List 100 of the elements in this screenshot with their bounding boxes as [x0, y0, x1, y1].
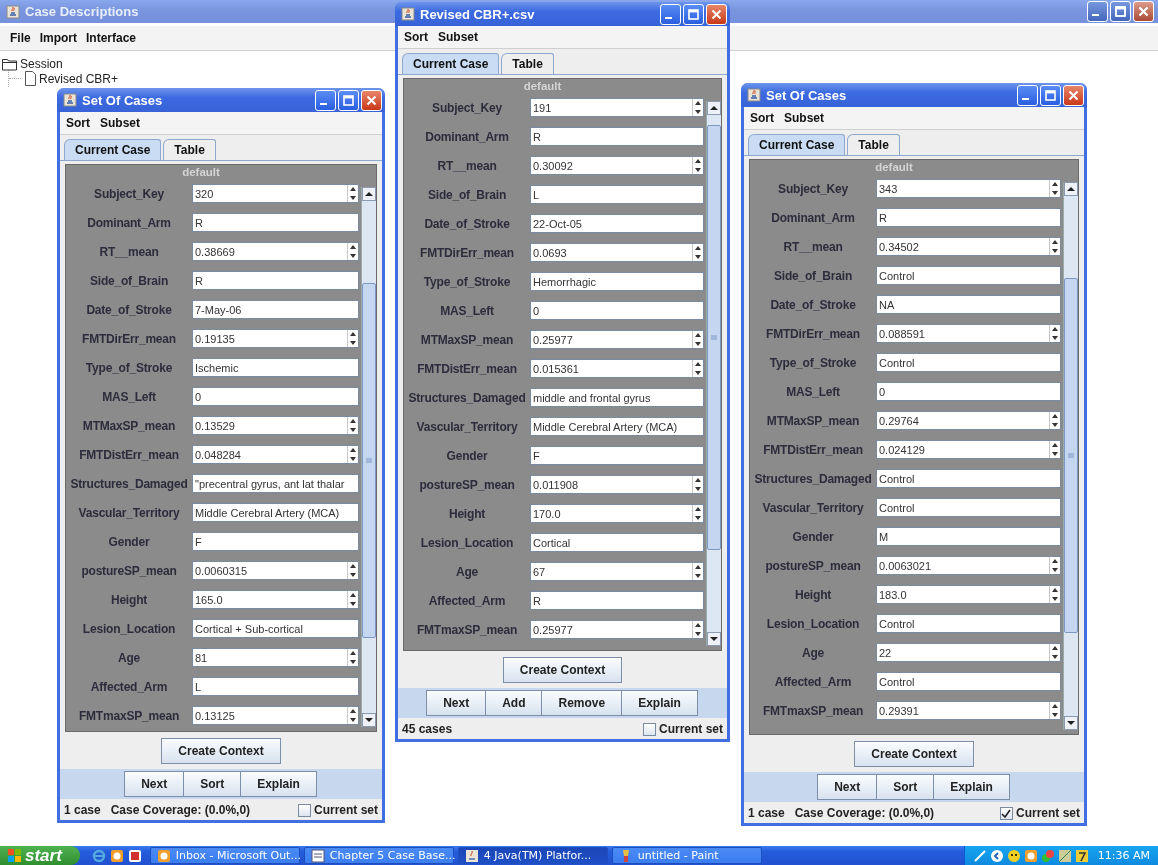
spinner-field[interactable]: 165.0 — [192, 590, 359, 609]
spinner-field[interactable]: 0.048284 — [192, 445, 359, 464]
text-field[interactable]: Cortical — [530, 533, 704, 552]
minimize-button[interactable] — [315, 89, 336, 111]
maximize-button[interactable] — [338, 89, 359, 111]
spinner-field[interactable]: 22 — [876, 643, 1061, 662]
spinner-field[interactable]: 191 — [530, 98, 704, 117]
spinner-field[interactable]: 0.13529 — [192, 416, 359, 435]
create-context-button[interactable]: Create Context — [502, 657, 623, 683]
spinner-field[interactable]: 0.29764 — [876, 411, 1061, 430]
spinner-field[interactable]: 183.0 — [876, 585, 1061, 604]
tree-item[interactable]: Session — [20, 56, 63, 71]
text-field[interactable]: Control — [876, 498, 1061, 517]
menu-item[interactable]: Sort — [750, 111, 774, 125]
spinner-field[interactable]: 0.0060315 — [192, 561, 359, 580]
tab[interactable]: Current Case — [64, 139, 162, 160]
text-field[interactable]: Control — [876, 469, 1061, 488]
action-button[interactable]: Next — [817, 774, 878, 800]
spinner-field[interactable]: 0.015361 — [530, 359, 704, 378]
text-field[interactable]: L — [192, 677, 359, 696]
close-button[interactable] — [1133, 1, 1154, 22]
scrollbar-thumb[interactable] — [1064, 278, 1078, 633]
text-field[interactable]: Control — [876, 353, 1061, 372]
checkbox[interactable] — [1000, 806, 1013, 820]
spinner-field[interactable]: 0.38669 — [192, 242, 359, 261]
tab[interactable]: Table — [163, 139, 216, 160]
text-field[interactable]: 22-Oct-05 — [530, 214, 704, 233]
spinner-field[interactable]: 320 — [192, 184, 359, 203]
text-field[interactable]: Control — [876, 614, 1061, 633]
scrollbar[interactable] — [1063, 182, 1078, 730]
menu-item[interactable]: File — [10, 31, 31, 45]
scrollbar[interactable] — [706, 101, 721, 646]
action-button[interactable]: Add — [485, 690, 543, 716]
action-button[interactable]: Remove — [541, 690, 623, 716]
taskbar-button[interactable]: Chapter 5 Case Base... — [303, 847, 454, 864]
spinner-field[interactable]: 0.13125 — [192, 706, 359, 725]
spinner-field[interactable]: 0.34502 — [876, 237, 1061, 256]
close-button[interactable] — [361, 89, 382, 111]
text-field[interactable]: Middle Cerebral Artery (MCA) — [192, 503, 359, 522]
tree-item[interactable]: Revised CBR+ — [39, 71, 119, 86]
taskbar-button[interactable]: 4 Java(TM) Platfor... — [457, 847, 608, 864]
scrollbar-thumb[interactable] — [707, 125, 721, 550]
checkbox[interactable] — [643, 722, 656, 736]
action-button[interactable]: Next — [426, 690, 487, 716]
text-field[interactable]: Cortical + Sub-cortical — [192, 619, 359, 638]
menu-item[interactable]: Subset — [784, 111, 824, 125]
tab[interactable]: Current Case — [748, 134, 846, 155]
tab[interactable]: Current Case — [402, 53, 500, 74]
text-field[interactable]: Control — [876, 266, 1061, 285]
action-button[interactable]: Sort — [183, 771, 242, 797]
text-field[interactable]: "precentral gyrus, ant lat thalar — [192, 474, 359, 493]
create-context-button[interactable]: Create Context — [161, 738, 281, 764]
spinner-field[interactable]: 0.25977 — [530, 620, 704, 639]
text-field[interactable]: NA — [876, 295, 1061, 314]
minimize-button[interactable] — [1017, 84, 1038, 106]
spinner-field[interactable]: 81 — [192, 648, 359, 667]
taskbar-button[interactable]: Inbox - Microsoft Out... — [149, 847, 300, 864]
spinner-field[interactable]: 0.088591 — [876, 324, 1061, 343]
maximize-button[interactable] — [1040, 84, 1061, 106]
menu-item[interactable]: Subset — [100, 116, 140, 130]
tab[interactable]: Table — [501, 53, 554, 74]
text-field[interactable]: R — [192, 271, 359, 290]
taskbar-button[interactable]: untitled - Paint — [611, 847, 762, 864]
spinner-field[interactable]: 0.024129 — [876, 440, 1061, 459]
spinner-field[interactable]: 343 — [876, 179, 1061, 198]
text-field[interactable]: Middle Cerebral Artery (MCA) — [530, 417, 704, 436]
text-field[interactable]: R — [530, 127, 704, 146]
menu-item[interactable]: Sort — [404, 30, 428, 44]
spinner-field[interactable]: 170.0 — [530, 504, 704, 523]
spinner-field[interactable]: 0.25977 — [530, 330, 704, 349]
text-field[interactable]: Ischemic — [192, 358, 359, 377]
text-field[interactable]: 0 — [876, 382, 1061, 401]
text-field[interactable]: F — [192, 532, 359, 551]
action-button[interactable]: Explain — [621, 690, 698, 716]
maximize-button[interactable] — [1110, 1, 1131, 22]
text-field[interactable]: 0 — [192, 387, 359, 406]
close-button[interactable] — [1063, 84, 1084, 106]
text-field[interactable]: 0 — [530, 301, 704, 320]
create-context-button[interactable]: Create Context — [854, 741, 974, 767]
spinner-field[interactable]: 0.0063021 — [876, 556, 1061, 575]
spinner-field[interactable]: 0.29391 — [876, 701, 1061, 720]
action-button[interactable]: Explain — [933, 774, 1010, 800]
maximize-button[interactable] — [683, 3, 704, 25]
text-field[interactable]: M — [876, 527, 1061, 546]
text-field[interactable]: Hemorrhagic — [530, 272, 704, 291]
spinner-field[interactable]: 0.19135 — [192, 329, 359, 348]
checkbox[interactable] — [298, 803, 311, 817]
scrollbar[interactable] — [361, 187, 376, 727]
menu-item[interactable]: Subset — [438, 30, 478, 44]
text-field[interactable]: R — [192, 213, 359, 232]
tab[interactable]: Table — [847, 134, 900, 155]
close-button[interactable] — [706, 3, 727, 25]
text-field[interactable]: R — [530, 591, 704, 610]
text-field[interactable]: R — [876, 208, 1061, 227]
spinner-field[interactable]: 0.30092 — [530, 156, 704, 175]
menu-item[interactable]: Interface — [86, 31, 137, 45]
menu-item[interactable]: Sort — [66, 116, 90, 130]
text-field[interactable]: F — [530, 446, 704, 465]
text-field[interactable]: 7-May-06 — [192, 300, 359, 319]
text-field[interactable]: Control — [876, 672, 1061, 691]
